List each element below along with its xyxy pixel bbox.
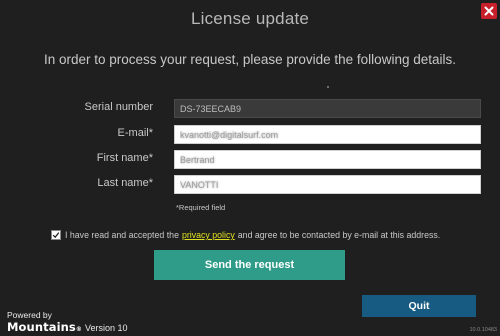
last-name-label: Last name* [97, 177, 153, 189]
logo-text: Mountains [7, 320, 76, 334]
version-label: Version 10 [84, 323, 128, 333]
required-field-note: *Required field [176, 203, 226, 212]
first-name-field[interactable] [174, 150, 481, 169]
close-x-icon [484, 6, 494, 16]
mountains-logo: Mountains® [7, 320, 82, 334]
checkmark-icon [52, 232, 60, 239]
intro-text: In order to process your request, please… [44, 52, 456, 67]
close-button[interactable] [481, 3, 497, 19]
last-name-field[interactable] [174, 175, 481, 194]
consent-row: I have read and accepted the privacy pol… [51, 230, 440, 240]
last-name-row: Last name* [0, 175, 500, 194]
dialog-title: License update [190, 9, 310, 28]
privacy-policy-link[interactable]: privacy policy [182, 230, 235, 240]
powered-by-label: Powered by [7, 310, 52, 320]
serial-number-label: Serial number [84, 101, 153, 113]
quit-button[interactable]: Quit [362, 295, 476, 317]
brand-row: Mountains® Version 10 [7, 320, 128, 334]
send-request-button[interactable]: Send the request [154, 250, 345, 280]
consent-text-before: I have read and accepted the [65, 230, 179, 240]
serial-number-field [174, 99, 481, 118]
decorative-dot [327, 86, 329, 88]
build-number: 10.0.10483 [469, 327, 497, 333]
email-row: E-mail* [0, 125, 500, 144]
email-label: E-mail* [117, 127, 153, 139]
first-name-label: First name* [96, 152, 153, 164]
serial-number-row: Serial number [0, 99, 500, 118]
email-field[interactable] [174, 125, 481, 144]
license-update-dialog: License update In order to process your … [0, 0, 500, 336]
consent-checkbox[interactable] [51, 230, 61, 240]
consent-text-after: and agree to be contacted by e-mail at t… [237, 230, 441, 240]
first-name-row: First name* [0, 150, 500, 169]
